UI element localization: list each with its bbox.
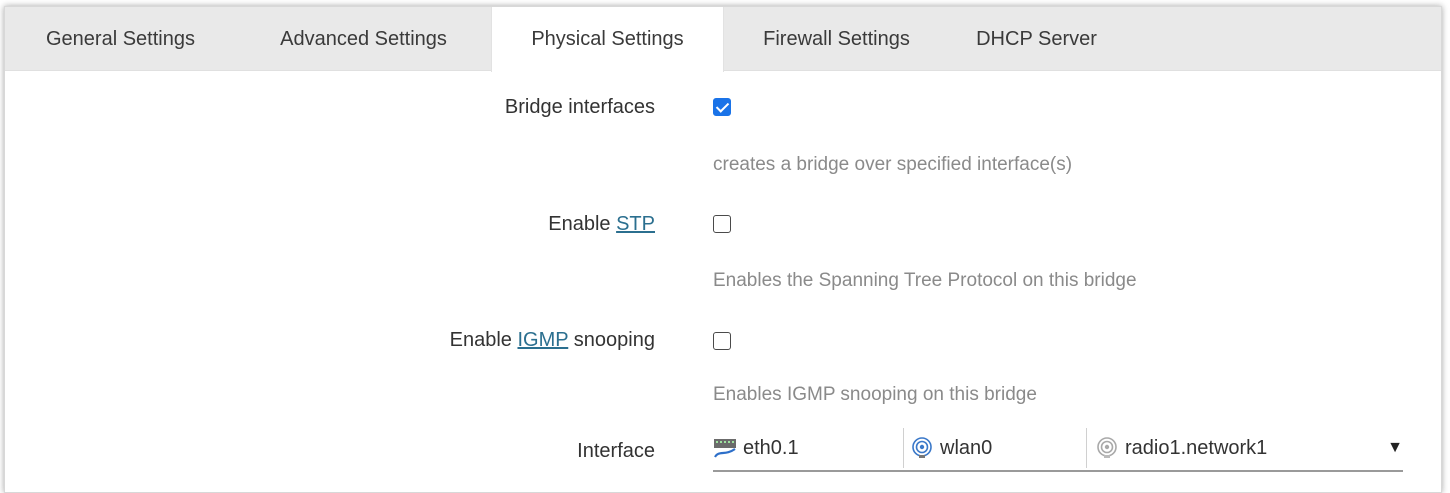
interface-multiselect[interactable]: eth0.1 wlan0 radio1.network1 ▼ [713,428,1403,472]
enable-igmp-label: Enable IGMP snooping [450,329,655,352]
enable-stp-label: Enable STP [548,213,655,236]
tab-bar: General Settings Advanced Settings Physi… [5,7,1441,72]
interface-chip-label: wlan0 [940,436,993,459]
wifi-disabled-icon [1095,437,1119,459]
interface-chip-radio1-network1: radio1.network1 [1086,428,1267,468]
ethernet-port-icon [713,437,737,459]
dropdown-caret-icon[interactable]: ▼ [1387,428,1403,468]
interface-chip-eth0: eth0.1 [713,428,799,468]
bridge-interfaces-label: Bridge interfaces [504,96,655,118]
wifi-interface-icon [910,437,934,459]
settings-panel: General Settings Advanced Settings Physi… [4,6,1442,493]
enable-igmp-label-suffix: snooping [568,329,655,351]
tab-general-settings[interactable]: General Settings [5,7,236,71]
interface-chip-label: eth0.1 [743,436,799,459]
enable-igmp-hint: Enables IGMP snooping on this bridge [713,384,1037,405]
tab-advanced-settings[interactable]: Advanced Settings [236,7,491,71]
tab-dhcp-server[interactable]: DHCP Server [949,7,1124,71]
tab-physical-settings[interactable]: Physical Settings [491,7,724,72]
tab-firewall-settings[interactable]: Firewall Settings [724,7,949,71]
enable-stp-hint: Enables the Spanning Tree Protocol on th… [713,270,1137,291]
interface-chip-wlan0: wlan0 [903,428,992,468]
stp-link[interactable]: STP [616,213,655,235]
enable-stp-checkbox[interactable] [713,215,731,233]
bridge-interfaces-hint: creates a bridge over specified interfac… [713,154,1073,175]
enable-igmp-checkbox[interactable] [713,332,731,350]
interface-label: Interface [577,440,655,462]
interface-chip-label: radio1.network1 [1125,436,1268,459]
bridge-interfaces-checkbox[interactable] [713,98,731,116]
enable-igmp-label-prefix: Enable [449,329,518,351]
igmp-link[interactable]: IGMP [517,329,568,351]
enable-stp-label-prefix: Enable [548,213,617,235]
